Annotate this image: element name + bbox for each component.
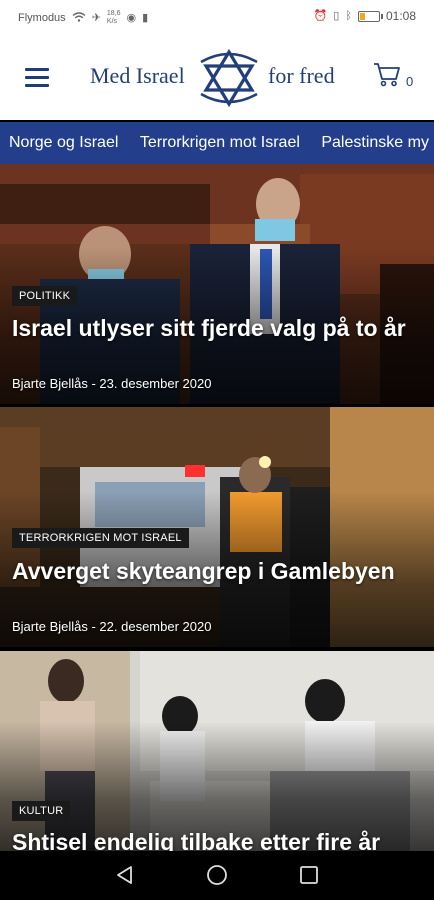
cart-button[interactable]: 0	[373, 62, 413, 92]
app-header: Med Israel for fred 0	[0, 34, 434, 120]
category-nav: Norge og Israel Terrorkrigen mot Israel …	[0, 122, 434, 164]
article-card[interactable]: KULTUR Shtisel endelig tilbake etter fir…	[0, 651, 434, 851]
article-title[interactable]: Israel utlyser sitt fjerde valg på to år	[12, 314, 422, 342]
category-badge[interactable]: KULTUR	[12, 801, 71, 821]
bluetooth-icon: ᛒ	[345, 9, 352, 22]
recents-icon[interactable]	[298, 864, 320, 891]
nav-item-palestinske[interactable]: Palestinske my	[312, 122, 434, 164]
home-icon[interactable]	[206, 864, 228, 891]
nav-item-norge-og-israel[interactable]: Norge og Israel	[0, 122, 126, 164]
net-speed: 18,6 K/s	[106, 10, 121, 25]
cart-count: 0	[406, 74, 414, 89]
notification-icon: ◉	[126, 11, 137, 24]
battery-alert-icon: ▮	[142, 11, 149, 24]
vibrate-icon: ▯	[333, 9, 340, 22]
article-title[interactable]: Shtisel endelig tilbake etter fire år	[12, 828, 422, 851]
article-title[interactable]: Avverget skyteangrep i Gamlebyen	[12, 557, 422, 585]
nav-item-terrorkrigen[interactable]: Terrorkrigen mot Israel	[131, 122, 308, 164]
brand-right-text: for fred	[268, 63, 335, 88]
brand-logo[interactable]: Med Israel for fred	[90, 48, 350, 108]
cart-icon	[374, 63, 400, 87]
article-card[interactable]: TERRORKRIGEN MOT ISRAEL Avverget skytean…	[0, 407, 434, 647]
battery-icon	[357, 10, 383, 22]
airplane-icon: ✈	[91, 11, 101, 24]
back-icon[interactable]	[114, 864, 136, 891]
article-byline: Bjarte Bjellås - 23. desember 2020	[12, 376, 212, 391]
carrier-label: Flymodus	[18, 12, 66, 24]
brand-left-text: Med Israel	[90, 63, 185, 88]
article-card[interactable]: POLITIKK Israel utlyser sitt fjerde valg…	[0, 164, 434, 404]
wifi-icon	[72, 11, 86, 25]
clock: 01:08	[385, 9, 416, 23]
menu-icon[interactable]	[25, 68, 49, 87]
category-badge[interactable]: TERRORKRIGEN MOT ISRAEL	[12, 528, 189, 548]
alarm-icon: ⏰	[313, 9, 328, 22]
article-byline: Bjarte Bjellås - 22. desember 2020	[12, 619, 212, 634]
status-bar: Flymodus ✈ 18,6 K/s ◉ ▮ ⏰ ▯ ᛒ 01:08	[0, 0, 434, 34]
system-navigation-bar	[0, 851, 434, 900]
category-badge[interactable]: POLITIKK	[12, 286, 78, 306]
star-of-david-logo	[200, 48, 258, 108]
